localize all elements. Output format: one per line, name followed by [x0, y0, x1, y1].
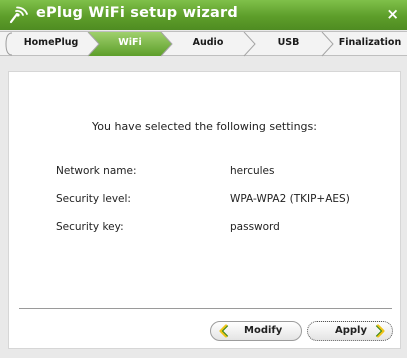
modify-button[interactable]: Modify [210, 321, 302, 341]
step-homeplug: HomePlug [23, 37, 79, 48]
summary-heading: You have selected the following settings… [92, 120, 317, 133]
security-key-label: Security key: [56, 221, 124, 233]
title-bar: ePlug WiFi setup wizard × [0, 0, 407, 30]
security-level-label: Security level: [56, 193, 131, 205]
step-audio: Audio [192, 37, 224, 48]
settings-summary-panel: You have selected the following settings… [8, 71, 401, 349]
wizard-steps: HomePlug WiFi Audio USB Finalization [0, 31, 407, 57]
footer-divider [19, 308, 392, 309]
security-level-value: WPA-WPA2 (TKIP+AES) [230, 193, 350, 205]
window-title: ePlug WiFi setup wizard [36, 5, 238, 21]
step-wifi: WiFi [118, 37, 142, 48]
step-usb: USB [277, 37, 300, 48]
apply-label: Apply [335, 325, 368, 336]
security-key-value: password [230, 221, 280, 233]
network-name-label: Network name: [56, 165, 137, 177]
arrow-right-icon [375, 324, 385, 338]
step-finalization: Finalization [338, 37, 402, 48]
modify-label: Modify [244, 325, 283, 336]
eplug-logo-icon [9, 6, 28, 24]
network-name-value: hercules [230, 165, 275, 177]
apply-button[interactable]: Apply [307, 321, 393, 341]
arrow-left-icon [219, 324, 229, 338]
close-icon[interactable]: × [386, 6, 399, 22]
